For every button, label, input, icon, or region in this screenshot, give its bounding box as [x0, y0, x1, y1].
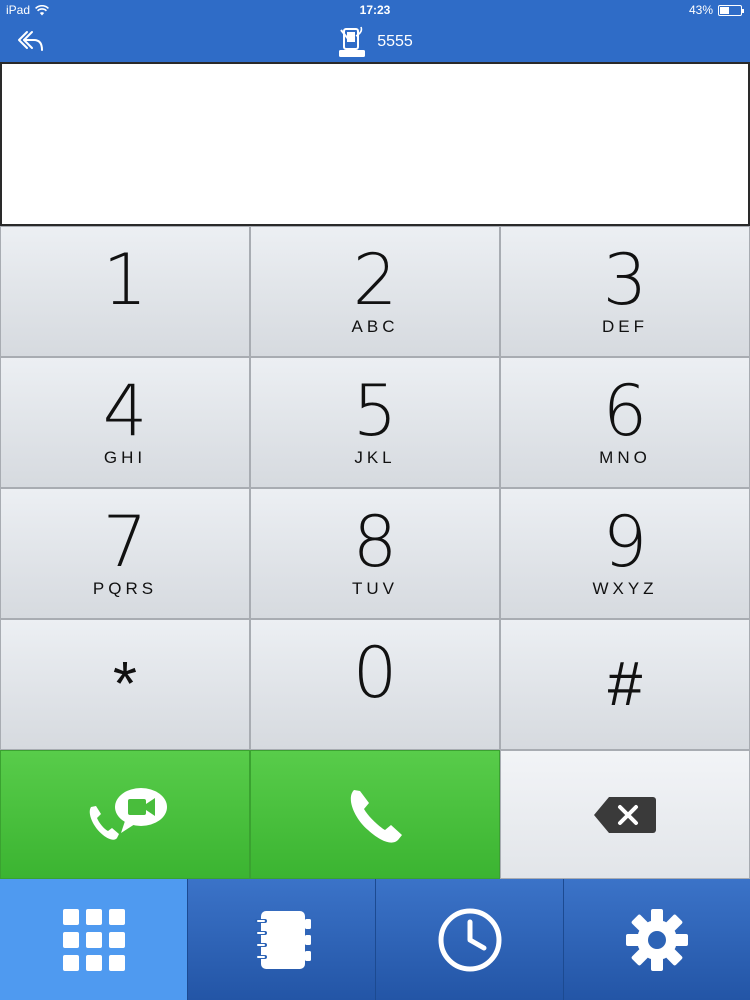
key-letters: GHI — [103, 447, 147, 467]
status-time: 17:23 — [359, 3, 391, 17]
key-letters: WXYZ — [592, 578, 658, 598]
keypad: 1 2 ABC 3 DEF 4 GHI 5 JKL 6 MNO 7 PQRS 8… — [0, 226, 750, 879]
key-7[interactable]: 7 PQRS — [0, 488, 250, 619]
key-star[interactable]: * — [0, 619, 250, 750]
key-3[interactable]: 3 DEF — [500, 226, 750, 357]
battery-fill — [720, 6, 729, 14]
key-hash[interactable]: # — [500, 619, 750, 750]
key-0[interactable]: 0 — [250, 619, 500, 750]
key-digit: # — [607, 649, 643, 719]
nav-center: 5555 — [0, 26, 750, 58]
key-digit: 9 — [602, 500, 648, 583]
video-call-button[interactable] — [0, 750, 250, 879]
key-5[interactable]: 5 JKL — [250, 357, 500, 488]
key-letters: TUV — [352, 578, 398, 598]
nav-title: 5555 — [377, 33, 413, 50]
key-letters: ABC — [351, 316, 399, 336]
contacts-icon — [254, 910, 311, 969]
key-digit: 2 — [352, 238, 398, 321]
key-letters: DEF — [602, 316, 648, 336]
key-digit: 8 — [352, 500, 398, 583]
phone-icon — [350, 789, 402, 843]
key-digit: 4 — [102, 369, 148, 452]
key-1[interactable]: 1 — [0, 226, 250, 357]
nav-bar: 5555 — [0, 20, 750, 62]
key-9[interactable]: 9 WXYZ — [500, 488, 750, 619]
tab-settings[interactable] — [564, 879, 750, 1000]
key-letters: PQRS — [92, 578, 158, 598]
key-6[interactable]: 6 MNO — [500, 357, 750, 488]
recents-clock-icon — [438, 908, 501, 971]
status-right: 43% — [688, 3, 744, 17]
key-letters: JKL — [354, 447, 396, 467]
video-call-icon — [89, 787, 167, 840]
key-digit: 1 — [102, 238, 148, 321]
key-digit: 5 — [352, 369, 398, 452]
battery-icon — [718, 4, 744, 16]
status-bar: iPad 17:23 43% — [0, 0, 750, 20]
tab-recents[interactable] — [376, 879, 564, 1000]
keypad-icon — [62, 908, 125, 971]
key-letters: MNO — [599, 447, 651, 467]
key-4[interactable]: 4 GHI — [0, 357, 250, 488]
backspace-icon — [594, 796, 656, 833]
key-2[interactable]: 2 ABC — [250, 226, 500, 357]
settings-gear-icon — [626, 908, 688, 971]
battery-percent: 43% — [688, 3, 713, 17]
sip-phone-icon — [339, 26, 366, 57]
call-button[interactable] — [250, 750, 500, 879]
delete-button[interactable] — [500, 750, 750, 879]
tab-bar — [0, 879, 750, 1000]
key-digit: * — [112, 649, 138, 719]
number-display[interactable] — [0, 62, 750, 226]
tab-contacts[interactable] — [188, 879, 376, 1000]
tab-keypad[interactable] — [0, 879, 188, 1000]
key-digit: 0 — [352, 631, 398, 714]
key-digit: 3 — [602, 238, 648, 321]
key-digit: 7 — [102, 500, 148, 583]
key-digit: 6 — [602, 369, 648, 452]
key-8[interactable]: 8 TUV — [250, 488, 500, 619]
